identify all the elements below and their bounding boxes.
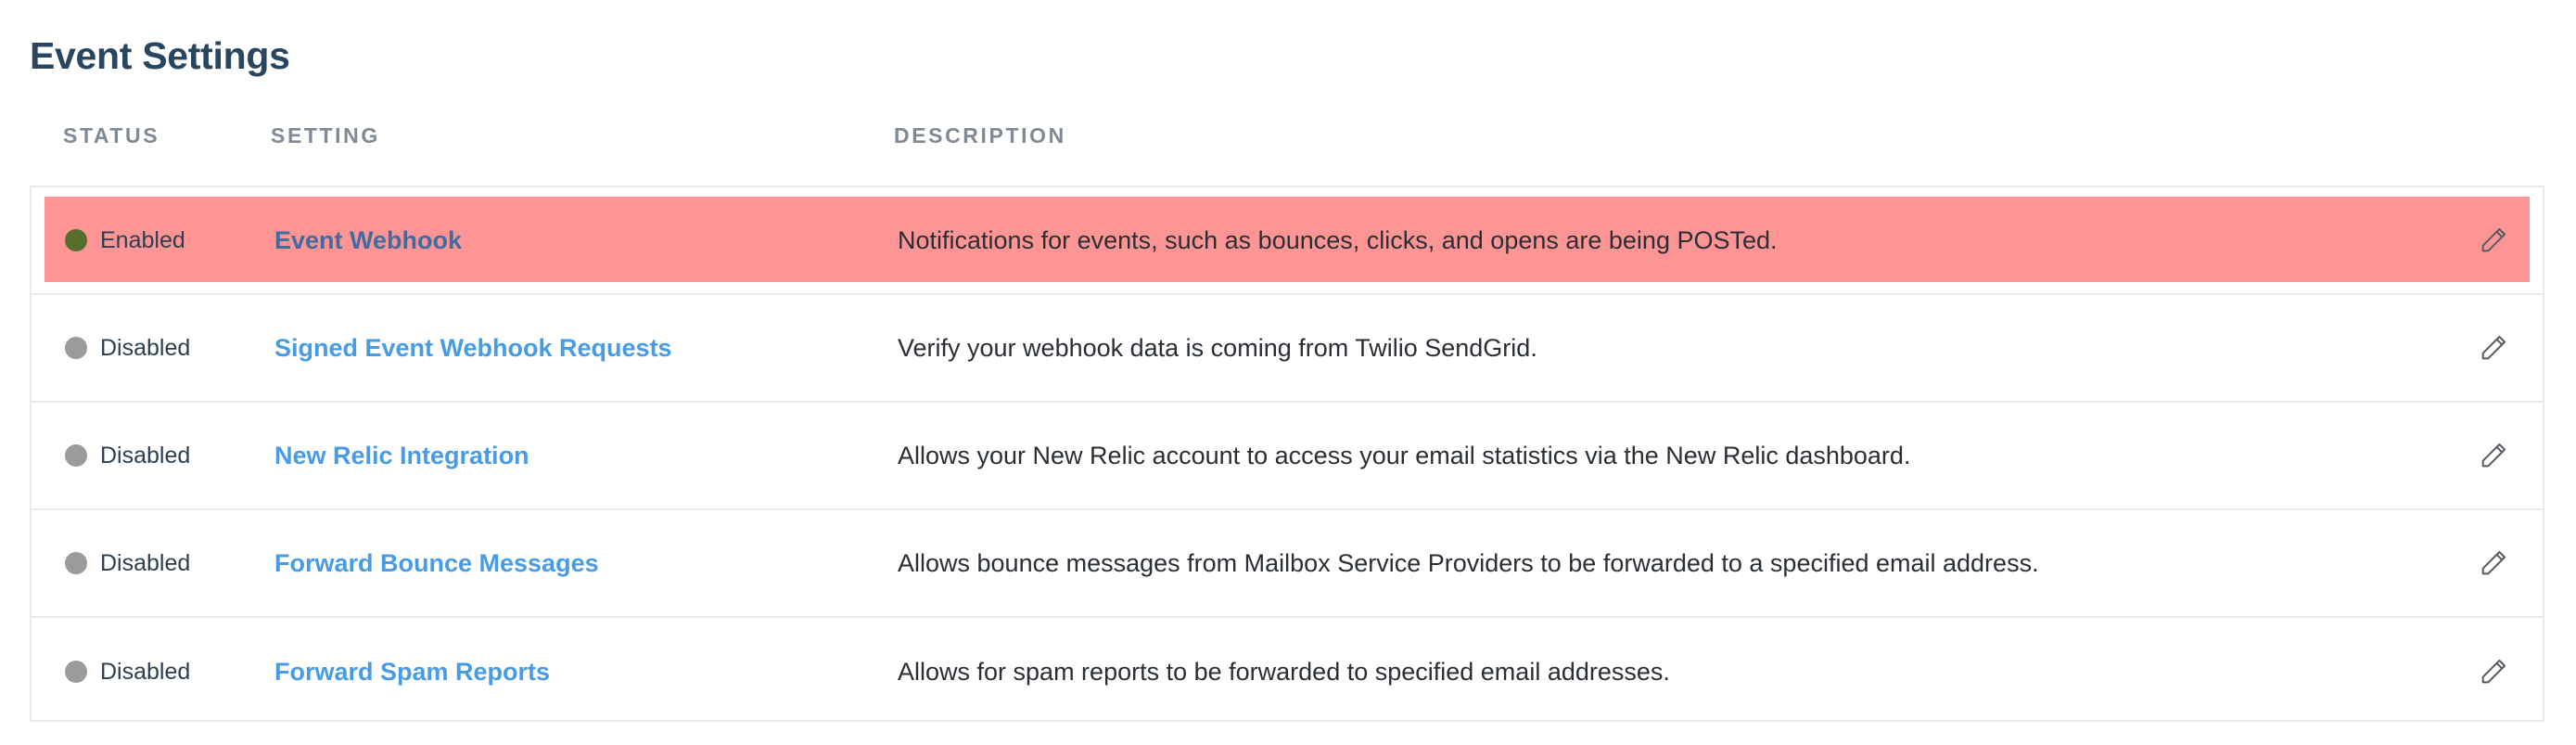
status-label: Disabled — [100, 442, 191, 469]
table-header: STATUS SETTING DESCRIPTION — [30, 117, 2546, 154]
setting-description: Notifications for events, such as bounce… — [898, 225, 1778, 254]
status-cell: Disabled — [65, 510, 190, 616]
setting-link-signed-event-webhook-requests[interactable]: Signed Event Webhook Requests — [274, 295, 672, 401]
setting-description: Verify your webhook data is coming from … — [898, 333, 1537, 362]
edit-button[interactable] — [2478, 187, 2509, 293]
table-row: Disabled New Relic Integration Allows yo… — [32, 403, 2543, 510]
column-header-setting: SETTING — [271, 123, 380, 148]
column-header-description: DESCRIPTION — [894, 123, 1066, 148]
status-label: Disabled — [100, 549, 191, 576]
setting-link-forward-spam-reports[interactable]: Forward Spam Reports — [274, 618, 550, 726]
pencil-icon — [2481, 227, 2506, 252]
status-dot-icon — [65, 661, 87, 683]
column-header-status: STATUS — [63, 123, 160, 148]
edit-button[interactable] — [2478, 403, 2509, 508]
status-dot-icon — [65, 229, 87, 251]
table-row: Disabled Signed Event Webhook Requests V… — [32, 295, 2543, 403]
settings-table: Enabled Event Webhook Notifications for … — [30, 186, 2544, 722]
setting-description: Allows bounce messages from Mailbox Serv… — [898, 548, 2039, 577]
status-cell: Disabled — [65, 618, 190, 726]
status-label: Disabled — [100, 658, 191, 685]
status-dot-icon — [65, 552, 87, 574]
status-cell: Enabled — [65, 187, 185, 293]
event-settings-page: Event Settings STATUS SETTING DESCRIPTIO… — [0, 0, 2576, 745]
status-label: Disabled — [100, 334, 191, 361]
status-label: Enabled — [100, 226, 185, 253]
status-dot-icon — [65, 444, 87, 467]
page-title: Event Settings — [30, 34, 290, 77]
pencil-icon — [2481, 443, 2506, 468]
table-row: Disabled Forward Spam Reports Allows for… — [32, 618, 2543, 726]
pencil-icon — [2481, 550, 2506, 575]
table-row: Disabled Forward Bounce Messages Allows … — [32, 510, 2543, 618]
edit-button[interactable] — [2478, 510, 2509, 616]
status-cell: Disabled — [65, 403, 190, 508]
pencil-icon — [2481, 659, 2506, 684]
status-dot-icon — [65, 337, 87, 359]
setting-link-forward-bounce-messages[interactable]: Forward Bounce Messages — [274, 510, 599, 616]
pencil-icon — [2481, 335, 2506, 360]
table-row: Enabled Event Webhook Notifications for … — [32, 187, 2543, 295]
setting-description: Allows for spam reports to be forwarded … — [898, 657, 1670, 686]
status-cell: Disabled — [65, 295, 190, 401]
edit-button[interactable] — [2478, 295, 2509, 401]
setting-link-new-relic-integration[interactable]: New Relic Integration — [274, 403, 529, 508]
edit-button[interactable] — [2478, 618, 2509, 726]
setting-description: Allows your New Relic account to access … — [898, 441, 1911, 469]
setting-link-event-webhook[interactable]: Event Webhook — [274, 187, 462, 293]
